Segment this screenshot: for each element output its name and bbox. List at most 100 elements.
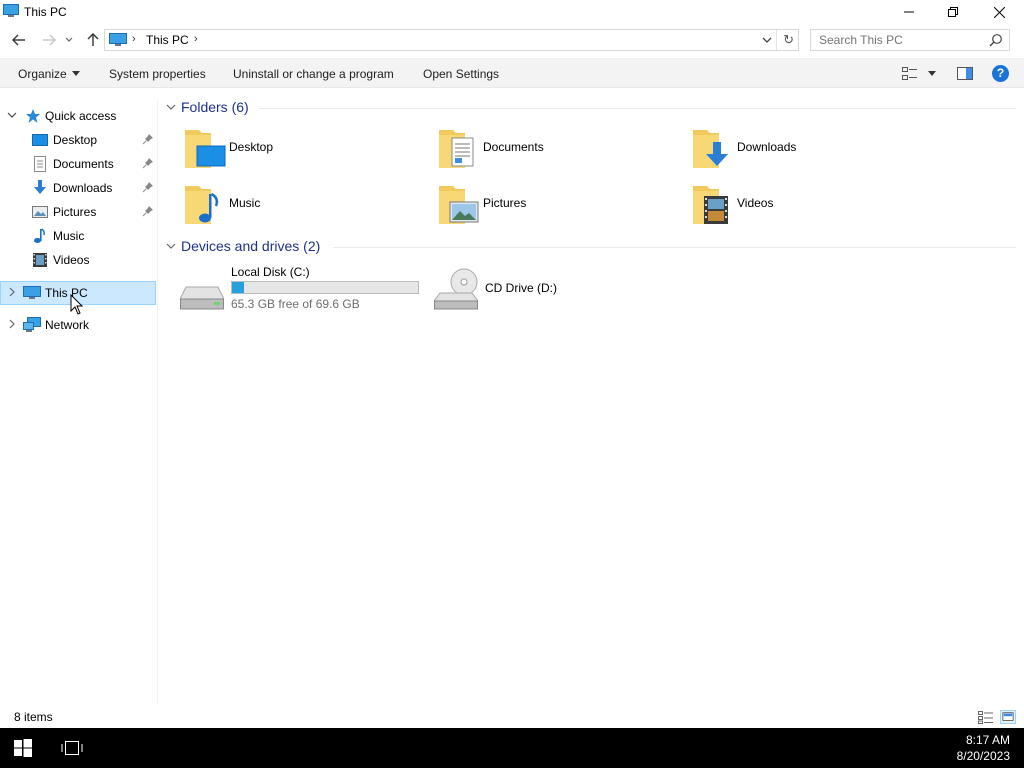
network-icon: [23, 317, 41, 332]
folder-tile-desktop[interactable]: Desktop: [183, 126, 423, 174]
expanded-chevron-icon[interactable]: [166, 241, 176, 251]
nav-item-desktop[interactable]: Desktop: [0, 128, 156, 152]
close-button[interactable]: [976, 0, 1022, 24]
nav-item-pictures[interactable]: Pictures: [0, 200, 156, 224]
drive-free-space: 65.3 GB free of 69.6 GB: [231, 297, 360, 311]
section-divider: [259, 108, 1016, 109]
this-pc-icon: [23, 286, 41, 299]
star-icon: [26, 109, 40, 123]
restore-button[interactable]: [930, 0, 976, 24]
help-button[interactable]: ?: [992, 65, 1009, 82]
details-view-icon[interactable]: [978, 710, 994, 724]
search-icon: [989, 34, 1002, 47]
status-bar: 8 items: [0, 706, 1024, 728]
nav-label: Downloads: [53, 181, 113, 195]
back-button[interactable]: [9, 30, 29, 50]
system-properties-button[interactable]: System properties: [109, 67, 206, 81]
this-pc-icon: [3, 4, 19, 17]
view-options-chevron-icon[interactable]: [928, 71, 936, 76]
back-arrow-icon: [12, 34, 25, 46]
drive-tile-d[interactable]: CD Drive (D:): [434, 265, 634, 315]
nav-item-videos[interactable]: Videos: [0, 248, 156, 272]
nav-item-music[interactable]: Music: [0, 224, 156, 248]
breadcrumb-chevron-icon[interactable]: ›: [132, 33, 136, 45]
documents-icon: [34, 156, 46, 172]
nav-item-quick-access[interactable]: Quick access: [0, 104, 156, 128]
pin-icon[interactable]: [142, 157, 154, 169]
nav-label: Desktop: [53, 133, 98, 147]
drive-usage-bar: [231, 281, 419, 294]
chevron-down-icon: [71, 71, 80, 76]
change-view-icon[interactable]: [902, 67, 918, 81]
nav-item-documents[interactable]: Documents: [0, 152, 156, 176]
drive-tile-c[interactable]: Local Disk (C:) 65.3 GB free of 69.6 GB: [180, 265, 420, 315]
uninstall-program-button[interactable]: Uninstall or change a program: [233, 67, 394, 81]
refresh-icon[interactable]: ↻: [783, 32, 794, 48]
recent-locations-button[interactable]: [62, 30, 76, 50]
folder-tile-documents[interactable]: Documents: [437, 126, 677, 174]
folder-tile-music[interactable]: Music: [183, 182, 423, 230]
breadcrumb-this-pc[interactable]: This PC: [146, 33, 189, 47]
explorer-window: This PC › This PC › ↻ Search This PC Org…: [0, 0, 1024, 728]
drives-section-title: Devices and drives (2): [181, 238, 321, 254]
section-divider: [333, 247, 1016, 248]
navigation-pane: Quick access Desktop Documents Downloads…: [0, 100, 158, 705]
folder-tile-videos[interactable]: Videos: [691, 182, 931, 230]
address-separator: [776, 30, 777, 50]
collapsed-chevron-icon[interactable]: [7, 319, 17, 329]
pin-icon[interactable]: [142, 133, 154, 145]
drive-usage-fill: [232, 282, 244, 293]
windows-start-icon[interactable]: [14, 739, 32, 757]
desktop-icon: [32, 134, 48, 146]
chevron-down-icon: [65, 37, 73, 42]
folder-label: Music: [229, 196, 261, 210]
nav-item-network[interactable]: Network: [0, 313, 156, 337]
minimize-icon: [904, 11, 914, 13]
music-icon: [34, 228, 45, 243]
folders-section-header[interactable]: Folders (6): [163, 97, 1016, 119]
collapsed-chevron-icon[interactable]: [7, 287, 17, 297]
folder-tile-pictures[interactable]: Pictures: [437, 182, 677, 230]
breadcrumb-chevron-icon[interactable]: ›: [194, 33, 198, 45]
mouse-cursor-icon: [70, 294, 84, 315]
title-bar[interactable]: This PC: [0, 0, 1024, 24]
nav-label-quick-access: Quick access: [45, 109, 117, 123]
system-clock[interactable]: 8:17 AM 8/20/2023: [957, 732, 1010, 764]
up-button[interactable]: [83, 30, 103, 50]
drives-section-header[interactable]: Devices and drives (2): [163, 236, 1016, 258]
address-bar[interactable]: › This PC › ↻: [104, 29, 799, 51]
minimize-button[interactable]: [886, 0, 932, 24]
close-icon: [993, 6, 1005, 18]
folder-label: Desktop: [229, 140, 274, 154]
organize-button[interactable]: Organize: [18, 67, 80, 81]
task-view-icon[interactable]: [61, 740, 83, 756]
window-title: This PC: [24, 5, 67, 19]
pin-icon[interactable]: [142, 205, 154, 217]
large-icons-view-icon[interactable]: [1000, 710, 1016, 724]
folder-label: Documents: [483, 140, 544, 154]
organize-label: Organize: [18, 67, 67, 81]
taskbar: 8:17 AM 8/20/2023: [0, 728, 1024, 768]
preview-pane-icon[interactable]: [957, 67, 973, 80]
search-box[interactable]: [810, 29, 1010, 51]
downloads-icon: [34, 180, 46, 194]
command-bar: Organize System properties Uninstall or …: [0, 58, 1024, 88]
address-dropdown-icon[interactable]: [760, 32, 774, 48]
music-folder-icon: [185, 186, 219, 224]
forward-button[interactable]: [39, 30, 59, 50]
downloads-folder-icon: [693, 130, 728, 168]
expanded-chevron-icon[interactable]: [166, 102, 176, 112]
clock-time: 8:17 AM: [965, 733, 1010, 747]
open-settings-button[interactable]: Open Settings: [423, 67, 499, 81]
search-input[interactable]: [811, 30, 987, 50]
expanded-chevron-icon[interactable]: [7, 110, 17, 120]
drive-label: Local Disk (C:): [231, 265, 310, 279]
clock-date: 8/20/2023: [956, 749, 1010, 763]
folder-tile-downloads[interactable]: Downloads: [691, 126, 931, 174]
nav-label: Pictures: [53, 205, 97, 219]
cd-drive-icon: [434, 268, 478, 310]
folder-label: Pictures: [483, 196, 527, 210]
pane-divider[interactable]: [157, 100, 158, 705]
nav-item-downloads[interactable]: Downloads: [0, 176, 156, 200]
pin-icon[interactable]: [142, 181, 154, 193]
